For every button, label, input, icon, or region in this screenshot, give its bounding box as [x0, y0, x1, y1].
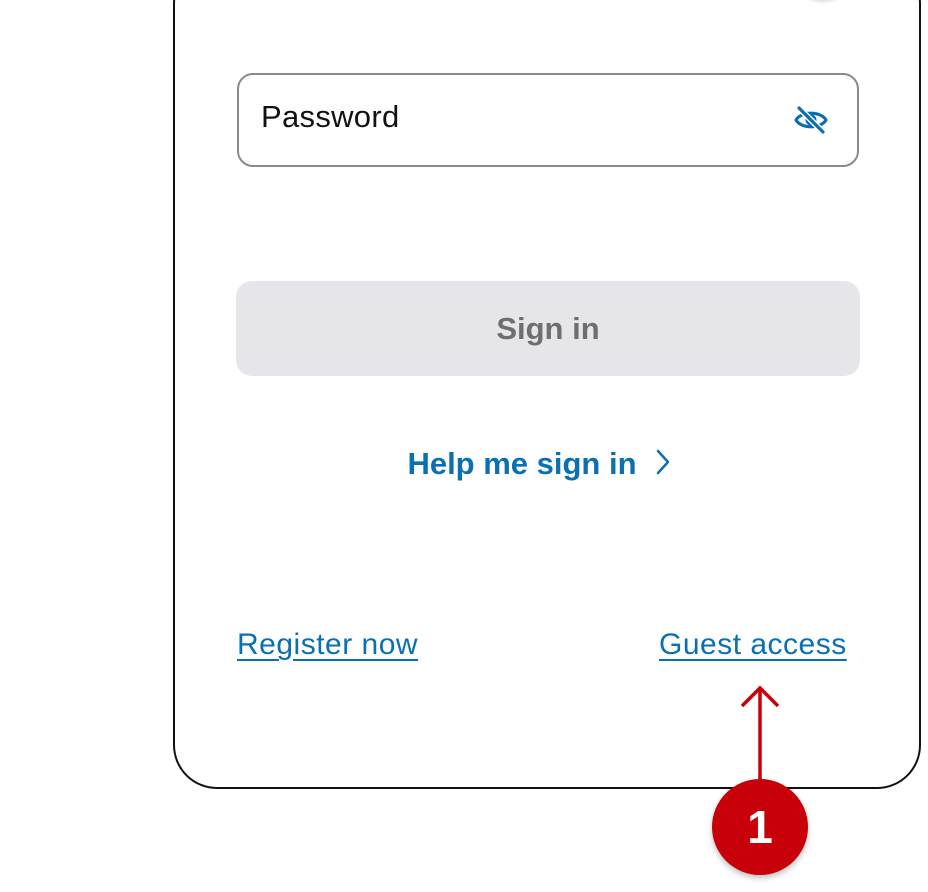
- arrow-up-icon: [740, 685, 780, 780]
- step-callout-badge: 1: [712, 779, 808, 875]
- help-me-sign-in-link[interactable]: Help me sign in: [0, 446, 928, 482]
- eye-off-icon[interactable]: [793, 105, 829, 135]
- register-now-link[interactable]: Register now: [237, 628, 418, 662]
- password-field[interactable]: Password: [237, 73, 859, 167]
- sign-in-button[interactable]: Sign in: [236, 281, 860, 376]
- password-label: Password: [261, 99, 400, 134]
- chevron-right-icon: [655, 448, 671, 481]
- help-link-label: Help me sign in: [407, 446, 637, 481]
- guest-access-link[interactable]: Guest access: [659, 628, 847, 662]
